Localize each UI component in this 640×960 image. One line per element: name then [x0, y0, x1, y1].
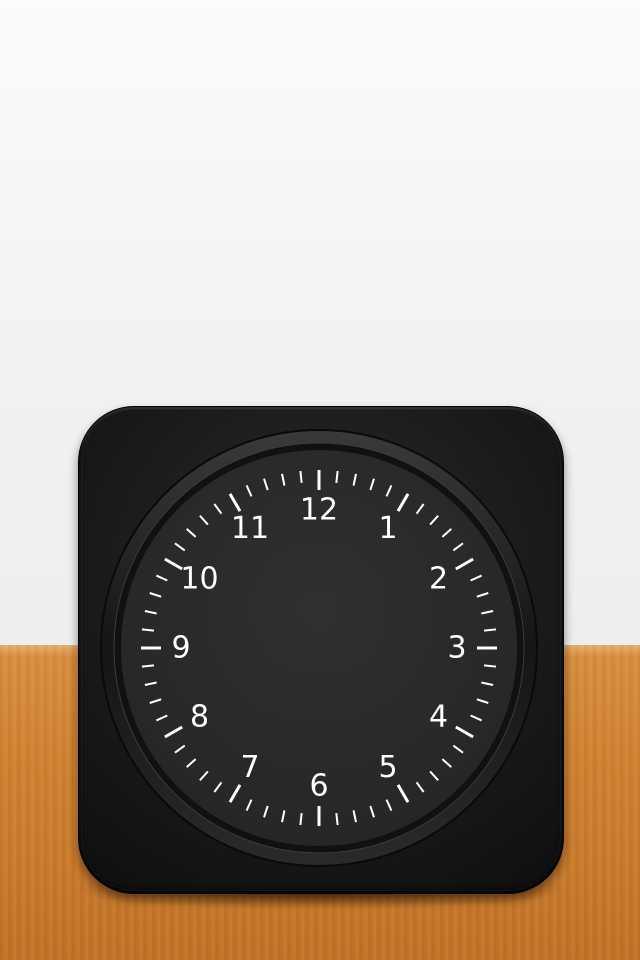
hour-number-8: 8: [190, 700, 209, 735]
minute-tick: [141, 628, 155, 632]
hour-number-5: 5: [378, 750, 397, 785]
hour-number-10: 10: [180, 562, 218, 597]
minute-tick: [299, 812, 303, 826]
minute-tick: [483, 628, 497, 632]
minute-tick: [299, 470, 303, 484]
hour-number-9: 9: [171, 631, 190, 666]
hour-number-6: 6: [309, 769, 328, 804]
minute-tick: [335, 470, 339, 484]
hour-number-12: 12: [300, 493, 338, 528]
hour-number-1: 1: [378, 511, 397, 546]
clock-dial: 12 12 3 45 6 789 10 11: [100, 429, 538, 867]
home-screen: 12 1 2 3 4 5 6 7 8 9 10 11: [0, 0, 640, 960]
hour-number-2: 2: [429, 562, 448, 597]
hour-number-7: 7: [240, 750, 259, 785]
hour-number-4: 4: [429, 700, 448, 735]
minute-tick: [141, 664, 155, 668]
minute-tick: [483, 664, 497, 668]
hour-number-3: 3: [447, 631, 466, 666]
hour-number-11: 11: [231, 511, 269, 546]
minute-tick: [335, 812, 339, 826]
